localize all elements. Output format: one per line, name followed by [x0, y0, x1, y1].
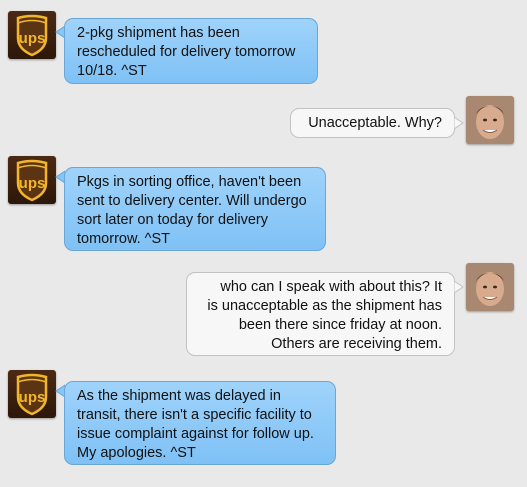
bubble-tail — [454, 116, 464, 130]
ups-message-bubble: As the shipment was delayed in transit, … — [64, 381, 336, 465]
user-message-bubble: Unacceptable. Why? — [290, 108, 455, 138]
message-text: tomorrow. ^ST — [77, 231, 171, 247]
svg-text:ups: ups — [19, 389, 46, 406]
user-message-bubble: who can I speak with about this? It is u… — [186, 272, 455, 356]
message-text: been there since friday at noon. — [238, 317, 442, 333]
svg-text:ups: ups — [19, 175, 46, 192]
message-text: sort later on today for delivery — [77, 212, 269, 228]
bubble-tail — [454, 280, 464, 294]
ups-logo-icon: ups — [8, 156, 56, 204]
message-text: Unacceptable. Why? — [308, 115, 442, 131]
message-text: is unacceptable as the shipment has — [207, 298, 442, 314]
ups-message-bubble: 2-pkg shipment has been rescheduled for … — [64, 18, 318, 84]
message-text: sent to delivery center. Will undergo — [77, 193, 307, 209]
ups-logo-icon: ups — [8, 11, 56, 59]
user-avatar — [466, 263, 514, 311]
message-text: who can I speak with about this? It — [220, 279, 442, 295]
svg-text:ups: ups — [19, 30, 46, 47]
message-text: My apologies. ^ST — [77, 445, 196, 461]
message-text: 2-pkg shipment has been — [77, 25, 240, 41]
message-text: transit, there isn't a specific facility… — [77, 407, 312, 423]
ups-message-bubble: Pkgs in sorting office, haven't been sen… — [64, 167, 326, 251]
ups-logo-icon: ups — [8, 370, 56, 418]
message-text: As the shipment was delayed in — [77, 388, 281, 404]
message-text: 10/18. ^ST — [77, 63, 147, 79]
message-text: rescheduled for delivery tomorrow — [77, 44, 296, 60]
message-text: issue complaint against for follow up. — [77, 426, 314, 442]
user-avatar — [466, 96, 514, 144]
message-text: Others are receiving them. — [271, 336, 442, 352]
message-text: Pkgs in sorting office, haven't been — [77, 174, 302, 190]
